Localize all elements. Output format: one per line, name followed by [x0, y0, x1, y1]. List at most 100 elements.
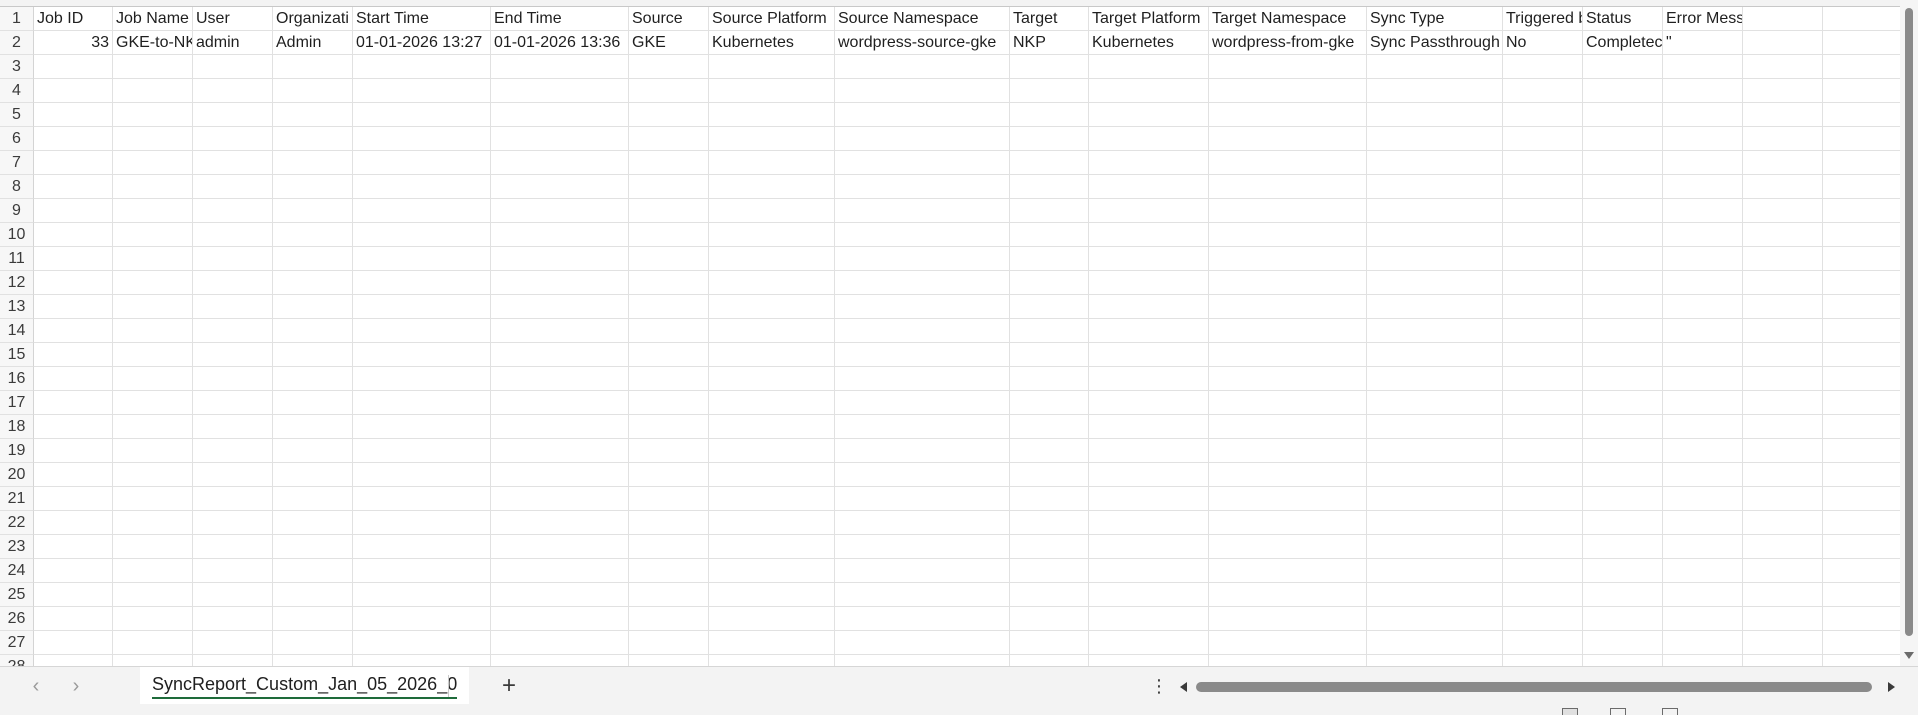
row-number[interactable]: 6	[0, 127, 34, 151]
empty-cell[interactable]	[1367, 439, 1503, 463]
empty-cell[interactable]	[1209, 655, 1367, 666]
empty-cell[interactable]	[34, 415, 113, 439]
empty-cell[interactable]	[34, 319, 113, 343]
empty-cell[interactable]	[1823, 391, 1900, 415]
empty-cell[interactable]	[1663, 487, 1743, 511]
empty-cell[interactable]	[1089, 583, 1209, 607]
empty-cell[interactable]	[1089, 151, 1209, 175]
empty-cell[interactable]	[491, 199, 629, 223]
row-number[interactable]: 21	[0, 487, 34, 511]
column-header-cell[interactable]: Target	[1010, 7, 1089, 31]
empty-cell[interactable]	[709, 631, 835, 655]
empty-cell[interactable]	[1503, 103, 1583, 127]
empty-cell[interactable]	[34, 79, 113, 103]
empty-cell[interactable]	[1663, 175, 1743, 199]
empty-cell[interactable]	[1367, 319, 1503, 343]
empty-cell[interactable]	[1743, 223, 1823, 247]
empty-cell[interactable]	[113, 343, 193, 367]
empty-cell[interactable]	[273, 511, 353, 535]
empty-cell[interactable]	[1089, 175, 1209, 199]
empty-cell[interactable]	[113, 79, 193, 103]
empty-cell[interactable]	[273, 439, 353, 463]
empty-cell[interactable]	[1089, 55, 1209, 79]
empty-cell[interactable]	[1010, 151, 1089, 175]
empty-cell[interactable]	[1663, 151, 1743, 175]
empty-cell[interactable]	[1743, 415, 1823, 439]
empty-cell[interactable]	[353, 295, 491, 319]
empty-cell[interactable]	[629, 199, 709, 223]
empty-cell[interactable]	[1209, 79, 1367, 103]
empty-cell[interactable]	[34, 127, 113, 151]
empty-cell[interactable]	[353, 175, 491, 199]
empty-cell[interactable]	[491, 151, 629, 175]
empty-cell[interactable]	[835, 295, 1010, 319]
empty-cell[interactable]	[1743, 79, 1823, 103]
empty-cell[interactable]	[629, 391, 709, 415]
more-options-icon[interactable]: ⋮	[1150, 675, 1168, 699]
empty-cell[interactable]	[1743, 103, 1823, 127]
empty-cell[interactable]	[1823, 175, 1900, 199]
empty-cell[interactable]	[113, 319, 193, 343]
empty-cell[interactable]	[1663, 319, 1743, 343]
empty-cell[interactable]	[34, 103, 113, 127]
empty-cell[interactable]	[1010, 559, 1089, 583]
empty-cell[interactable]	[709, 607, 835, 631]
empty-cell[interactable]	[1663, 535, 1743, 559]
empty-cell[interactable]	[709, 439, 835, 463]
empty-cell[interactable]	[113, 175, 193, 199]
empty-cell[interactable]	[1823, 223, 1900, 247]
row-number[interactable]: 23	[0, 535, 34, 559]
empty-cell[interactable]	[1583, 631, 1663, 655]
empty-cell[interactable]	[709, 127, 835, 151]
data-cell[interactable]: wordpress-from-gke	[1209, 31, 1367, 55]
empty-cell[interactable]	[1823, 127, 1900, 151]
empty-cell[interactable]	[1503, 655, 1583, 666]
empty-cell[interactable]	[1209, 631, 1367, 655]
empty-cell[interactable]	[629, 439, 709, 463]
empty-cell[interactable]	[1209, 559, 1367, 583]
empty-cell[interactable]	[273, 463, 353, 487]
empty-cell[interactable]	[1089, 343, 1209, 367]
empty-cell[interactable]	[491, 343, 629, 367]
empty-cell[interactable]	[193, 655, 273, 666]
empty-cell[interactable]	[835, 367, 1010, 391]
empty-cell[interactable]	[1743, 535, 1823, 559]
empty-cell[interactable]	[1503, 343, 1583, 367]
empty-cell[interactable]	[113, 607, 193, 631]
empty-cell[interactable]	[1367, 79, 1503, 103]
empty-cell[interactable]	[113, 55, 193, 79]
empty-cell[interactable]	[629, 127, 709, 151]
empty-cell[interactable]	[629, 175, 709, 199]
empty-cell[interactable]	[1663, 271, 1743, 295]
empty-cell[interactable]	[1583, 511, 1663, 535]
column-header-cell[interactable]: Target Platform	[1089, 7, 1209, 31]
empty-cell[interactable]	[353, 199, 491, 223]
empty-cell[interactable]	[34, 151, 113, 175]
empty-cell[interactable]	[1010, 271, 1089, 295]
empty-cell[interactable]	[1010, 511, 1089, 535]
empty-cell[interactable]	[193, 151, 273, 175]
empty-cell[interactable]	[1367, 463, 1503, 487]
empty-cell[interactable]	[629, 55, 709, 79]
empty-cell[interactable]	[709, 175, 835, 199]
empty-cell[interactable]	[491, 607, 629, 631]
empty-cell[interactable]	[34, 559, 113, 583]
empty-cell[interactable]	[491, 631, 629, 655]
empty-cell[interactable]	[273, 247, 353, 271]
empty-cell[interactable]	[1503, 583, 1583, 607]
empty-cell[interactable]	[1367, 391, 1503, 415]
empty-cell[interactable]	[629, 535, 709, 559]
data-cell[interactable]: GKE	[629, 31, 709, 55]
empty-cell[interactable]	[273, 199, 353, 223]
empty-cell[interactable]	[1367, 175, 1503, 199]
empty-cell[interactable]	[835, 511, 1010, 535]
data-cell[interactable]: GKE-to-NK	[113, 31, 193, 55]
row-number[interactable]: 25	[0, 583, 34, 607]
empty-cell[interactable]	[1367, 127, 1503, 151]
empty-cell[interactable]	[193, 607, 273, 631]
empty-cell[interactable]	[1583, 223, 1663, 247]
empty-cell[interactable]	[1209, 199, 1367, 223]
empty-cell[interactable]	[34, 391, 113, 415]
empty-cell[interactable]	[491, 583, 629, 607]
empty-cell[interactable]	[34, 511, 113, 535]
